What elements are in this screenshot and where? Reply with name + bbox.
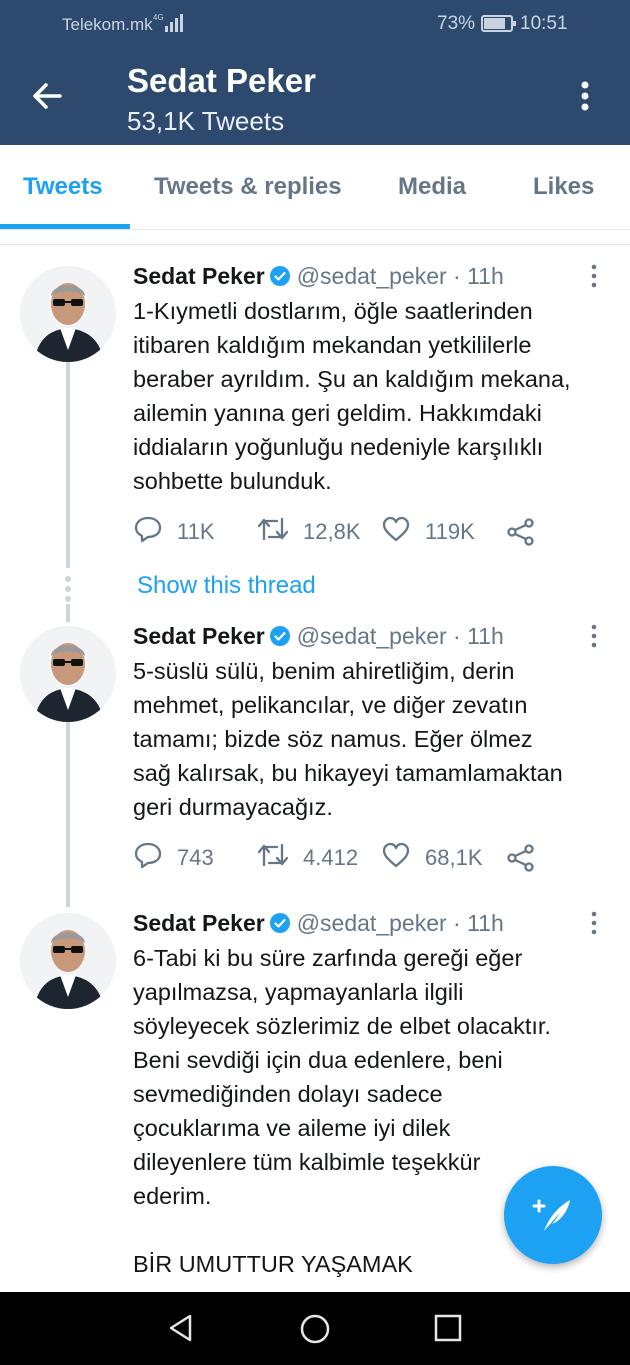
- nav-recents-icon[interactable]: [433, 1313, 463, 1343]
- thread-line: [66, 360, 70, 568]
- tweet-time: · 11h: [453, 623, 504, 649]
- share-icon[interactable]: [506, 841, 550, 875]
- compose-tweet-button[interactable]: [504, 1166, 602, 1264]
- author-name[interactable]: Sedat Peker: [133, 263, 265, 289]
- svg-text:4G: 4G: [153, 13, 164, 22]
- author-handle[interactable]: @sedat_peker: [297, 910, 447, 936]
- avatar[interactable]: [20, 913, 116, 1009]
- retweet-button[interactable]: 4.412: [257, 841, 358, 875]
- author-name[interactable]: Sedat Peker: [133, 623, 265, 649]
- like-button[interactable]: 119K: [381, 515, 475, 549]
- tab-likes[interactable]: Likes: [533, 173, 594, 201]
- verified-icon: [269, 912, 291, 940]
- tabs-divider: [0, 231, 630, 245]
- battery-percent: 73%: [437, 13, 476, 34]
- thread-dot: [65, 586, 71, 592]
- more-vertical-icon[interactable]: [585, 263, 603, 289]
- active-tab-indicator: [0, 224, 130, 229]
- tweet-header: Sedat Peker @sedat_peker · 11h: [133, 263, 504, 293]
- tab-media[interactable]: Media: [398, 173, 466, 201]
- author-handle[interactable]: @sedat_peker: [297, 623, 447, 649]
- reply-count: 11K: [177, 519, 215, 544]
- thread-line: [66, 604, 70, 622]
- tweet-actions: 743 4.412 68,1K: [133, 841, 553, 875]
- reply-icon: [133, 515, 177, 549]
- more-vertical-icon[interactable]: [570, 76, 600, 116]
- retweet-count: 4.412: [303, 845, 359, 870]
- tweet-text: 1-Kıymetli dostlarım, öğle saatlerinden …: [133, 298, 571, 494]
- tweet-count: 53,1K Tweets: [127, 106, 285, 136]
- tweet-time: · 11h: [453, 910, 504, 936]
- back-arrow-icon[interactable]: [26, 76, 74, 116]
- author-name[interactable]: Sedat Peker: [133, 910, 265, 936]
- avatar[interactable]: [20, 266, 116, 362]
- thread-dot: [65, 576, 71, 582]
- profile-title: Sedat Peker: [127, 62, 316, 99]
- more-vertical-icon[interactable]: [585, 623, 603, 649]
- verified-icon: [269, 265, 291, 293]
- retweet-button[interactable]: 12,8K: [257, 515, 361, 549]
- more-vertical-icon[interactable]: [585, 910, 603, 936]
- reply-button[interactable]: 11K: [133, 515, 215, 549]
- signal-icon: 4G: [153, 12, 183, 39]
- author-handle[interactable]: @sedat_peker: [297, 263, 447, 289]
- status-bar: Telekom.mk 4G 73% 10:51: [0, 0, 630, 50]
- nav-home-icon[interactable]: [298, 1312, 332, 1346]
- reply-count: 743: [177, 845, 214, 870]
- tweet-time: · 11h: [453, 263, 504, 289]
- avatar[interactable]: [20, 626, 116, 722]
- retweet-icon: [257, 515, 303, 549]
- battery-icon: [481, 15, 516, 32]
- like-count: 68,1K: [425, 845, 483, 870]
- reply-button[interactable]: 743: [133, 841, 214, 875]
- verified-icon: [269, 625, 291, 653]
- share-icon[interactable]: [506, 515, 550, 549]
- tab-tweets[interactable]: Tweets: [23, 173, 103, 201]
- like-button[interactable]: 68,1K: [381, 841, 483, 875]
- system-nav-bar: [0, 1292, 630, 1365]
- clock: 10:51: [520, 13, 568, 34]
- like-icon: [381, 841, 425, 875]
- carrier-name: Telekom.mk: [62, 15, 153, 34]
- tab-tweets-replies[interactable]: Tweets & replies: [154, 173, 342, 201]
- like-icon: [381, 515, 425, 549]
- thread-line: [66, 722, 70, 907]
- tweet-header: Sedat Peker @sedat_peker · 11h: [133, 910, 504, 940]
- tweet-actions: 11K 12,8K 119K: [133, 515, 553, 549]
- reply-icon: [133, 841, 177, 875]
- like-count: 119K: [425, 519, 475, 544]
- profile-tabs: Tweets Tweets & replies Media Likes: [0, 145, 630, 230]
- thread-dot: [65, 596, 71, 602]
- tweet-header: Sedat Peker @sedat_peker · 11h: [133, 623, 504, 653]
- tweet-text: 5-süslü sülü, benim ahiretliğim, derin m…: [133, 658, 563, 820]
- profile-header: Sedat Peker 53,1K Tweets: [0, 50, 630, 145]
- nav-back-icon[interactable]: [165, 1312, 197, 1344]
- retweet-icon: [257, 841, 303, 875]
- retweet-count: 12,8K: [303, 519, 361, 544]
- show-thread-link[interactable]: Show this thread: [137, 572, 316, 600]
